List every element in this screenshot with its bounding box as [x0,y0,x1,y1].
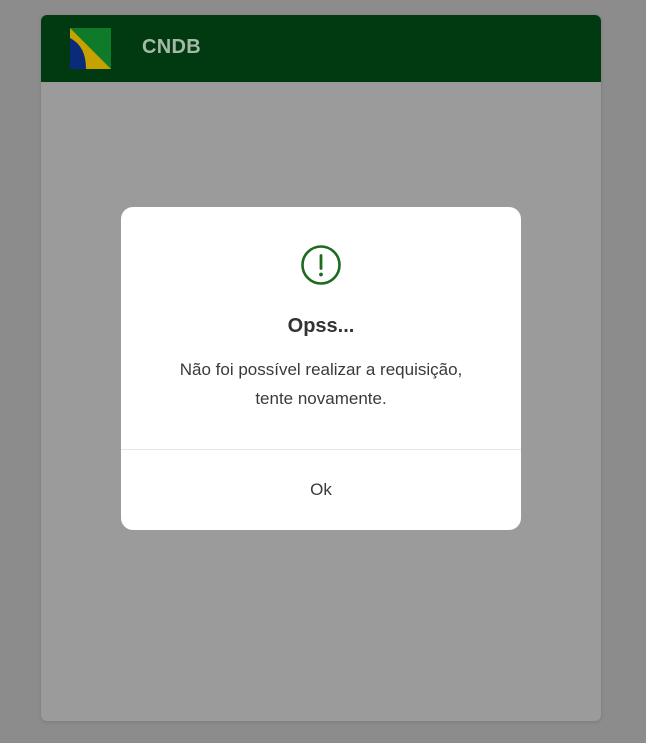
app-header: CNDB [41,15,601,82]
dialog-title: Opss... [287,315,355,337]
dialog-message-line-1: Não foi possível realizar a requisição, [179,360,463,379]
dialog-message-line-2: tente novamente. [255,389,387,408]
alert-circle-icon [301,245,341,285]
brazil-flag-icon [70,28,111,69]
error-dialog: Opss... Não foi possível realizar a requ… [121,207,521,530]
dialog-message: Não foi possível realizar a requisição, … [141,355,501,413]
ok-button[interactable]: Ok [121,450,521,530]
app-title: CNDB [142,36,201,58]
